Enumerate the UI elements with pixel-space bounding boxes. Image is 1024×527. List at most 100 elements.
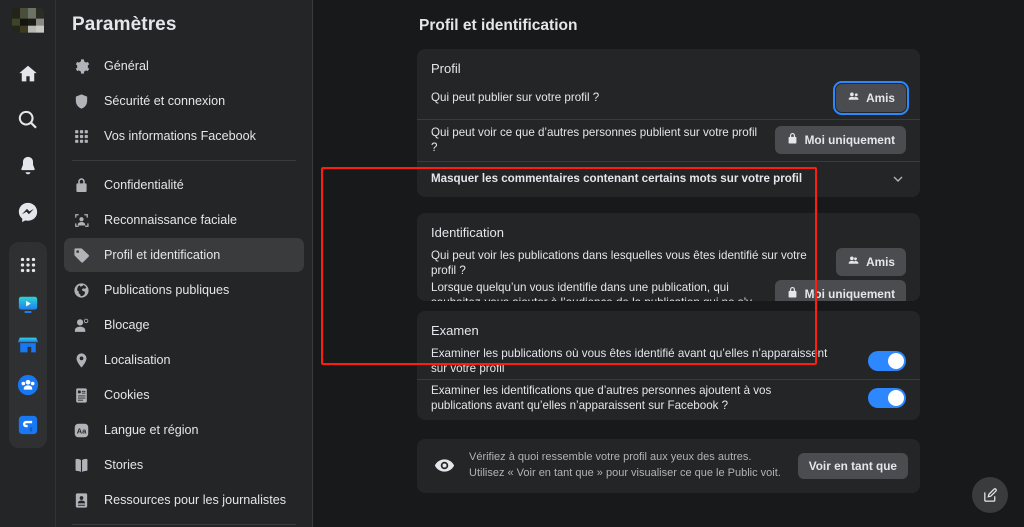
row-examiner-identifications: Examiner les identifications que d’autre…: [417, 379, 920, 414]
block-user-icon: [72, 316, 91, 335]
sidebar-item-vos-informations[interactable]: Vos informations Facebook: [64, 119, 304, 153]
watch-icon[interactable]: [11, 288, 45, 322]
globe-icon: [72, 281, 91, 300]
identification-card: Identification Qui peut voir les publica…: [417, 212, 920, 301]
examen-card: Examen Examiner les publications où vous…: [417, 310, 920, 420]
sidebar-item-securite[interactable]: Sécurité et connexion: [64, 84, 304, 118]
sidebar-item-blocage[interactable]: Blocage: [64, 308, 304, 342]
row-masquer-commentaires[interactable]: Masquer les commentaires contenant certa…: [417, 160, 920, 189]
row-examiner-publications: Examiner les publications où vous êtes i…: [417, 346, 920, 380]
friends-icon: [847, 90, 860, 106]
row-label: Qui peut voir les publications dans lesq…: [431, 248, 807, 277]
lock-icon: [72, 176, 91, 195]
language-icon: Aa: [72, 421, 91, 440]
toggle-knob: [888, 390, 904, 407]
row-label: Examiner les identifications que d’autre…: [431, 384, 772, 413]
user-avatar-blurred[interactable]: [11, 8, 44, 40]
toggle-knob: [888, 352, 904, 369]
sidebar-divider: [72, 160, 296, 161]
gaming-icon[interactable]: [11, 408, 45, 442]
row-label: Lorsque quelqu’un vous identifie dans un…: [431, 281, 752, 300]
search-icon[interactable]: [8, 100, 48, 140]
identification-card-title: Identification: [431, 224, 504, 240]
row-qui-peut-voir: Qui peut voir ce que d’autres personnes …: [417, 119, 920, 161]
examen-card-title: Examen: [431, 322, 479, 338]
sidebar-item-label: Localisation: [104, 353, 171, 367]
sidebar-item-publications-publiques[interactable]: Publications publiques: [64, 273, 304, 307]
shield-icon: [72, 92, 91, 111]
svg-text:Aa: Aa: [77, 426, 87, 435]
sidebar-item-label: Stories: [104, 458, 144, 472]
chevron-down-icon[interactable]: [890, 171, 906, 187]
eye-icon: [433, 455, 455, 477]
sidebar-title: Paramètres: [72, 14, 177, 35]
messenger-icon[interactable]: [8, 192, 48, 232]
profil-card: Profil Qui peut publier sur votre profil…: [417, 49, 920, 197]
sidebar-item-cookies[interactable]: Cookies: [64, 378, 304, 412]
sidebar-item-label: Profil et identification: [104, 248, 221, 262]
audience-button-label: Amis: [866, 254, 895, 269]
journalist-icon: [72, 491, 91, 510]
row-label: Qui peut publier sur votre profil ?: [431, 91, 600, 105]
location-pin-icon: [72, 351, 91, 370]
audience-button-label: Amis: [866, 91, 895, 105]
row-label: Qui peut voir ce que d’autres personnes …: [431, 126, 758, 155]
facebook-settings-window: Paramètres Général Sécurité et connexion…: [0, 0, 1024, 527]
sidebar-item-label: Confidentialité: [104, 178, 184, 192]
audience-button-label: Moi uniquement: [804, 287, 895, 301]
audience-button-identification-audience[interactable]: Moi uniquement: [774, 280, 906, 301]
sidebar-item-label: Vos informations Facebook: [104, 129, 256, 143]
friends-icon: [847, 254, 860, 270]
sidebar-item-langue-et-region[interactable]: Aa Langue et région: [64, 413, 304, 447]
sidebar-item-stories[interactable]: Stories: [64, 448, 304, 482]
sidebar-item-label: Cookies: [104, 388, 150, 402]
sidebar-item-label: Ressources pour les journalistes: [104, 493, 286, 507]
grid-dots-icon: [72, 127, 91, 146]
toggle-examiner-identifications[interactable]: [868, 388, 906, 409]
view-as-button[interactable]: Voir en tant que: [797, 452, 908, 479]
sidebar-item-general[interactable]: Général: [64, 49, 304, 83]
sidebar-divider: [72, 524, 296, 525]
audience-button-qui-peut-voir[interactable]: Moi uniquement: [774, 126, 906, 155]
settings-sidebar: Paramètres Général Sécurité et connexion…: [56, 0, 313, 527]
left-icon-rail: [0, 0, 56, 527]
marketplace-icon[interactable]: [11, 328, 45, 362]
lock-icon: [786, 132, 799, 148]
home-icon[interactable]: [8, 54, 48, 94]
toggle-examiner-publications[interactable]: [868, 350, 906, 371]
audience-button-label: Moi uniquement: [804, 133, 895, 148]
sidebar-item-ressources-journalistes[interactable]: Ressources pour les journalistes: [64, 483, 304, 517]
view-as-card: Vérifiez à quoi ressemble votre profil a…: [417, 438, 920, 493]
profil-card-title: Profil: [431, 61, 461, 76]
sidebar-item-label: Publications publiques: [104, 283, 230, 297]
sidebar-item-label: Blocage: [104, 318, 150, 332]
cookies-icon: [72, 386, 91, 405]
main-content: Profil et identification Profil Qui peut…: [313, 0, 1024, 527]
bell-icon[interactable]: [8, 146, 48, 186]
sidebar-item-confidentialite[interactable]: Confidentialité: [64, 168, 304, 202]
row-label: Examiner les publications où vous êtes i…: [431, 346, 828, 375]
row-label: Masquer les commentaires contenant certa…: [431, 171, 803, 185]
sidebar-item-profil-et-identification[interactable]: Profil et identification: [64, 238, 304, 272]
sidebar-item-label: Général: [104, 59, 149, 73]
row-audience-identification: Lorsque quelqu’un vous identifie dans un…: [417, 280, 920, 301]
sidebar-item-localisation[interactable]: Localisation: [64, 343, 304, 377]
row-qui-peut-voir-identifie: Qui peut voir les publications dans lesq…: [417, 247, 920, 279]
sidebar-item-reconnaissance-faciale[interactable]: Reconnaissance faciale: [64, 203, 304, 237]
sidebar-item-label: Langue et région: [104, 423, 199, 437]
groups-icon[interactable]: [11, 368, 45, 402]
stories-icon: [72, 456, 91, 475]
lock-icon: [786, 286, 799, 300]
view-as-description: Vérifiez à quoi ressemble votre profil a…: [469, 450, 781, 479]
row-qui-peut-publier: Qui peut publier sur votre profil ? Amis: [417, 81, 920, 119]
face-recognition-icon: [72, 211, 91, 230]
compose-fab-button[interactable]: [972, 477, 1008, 513]
audience-button-qui-peut-publier[interactable]: Amis: [833, 81, 909, 115]
sidebar-item-label: Sécurité et connexion: [104, 94, 226, 108]
tag-icon: [72, 246, 91, 265]
audience-button-identification-visibilite[interactable]: Amis: [836, 247, 906, 276]
compose-pencil-icon: [983, 487, 997, 502]
grid-apps-icon[interactable]: [11, 248, 45, 282]
page-title: Profil et identification: [419, 17, 578, 34]
rail-app-group: [8, 242, 47, 448]
